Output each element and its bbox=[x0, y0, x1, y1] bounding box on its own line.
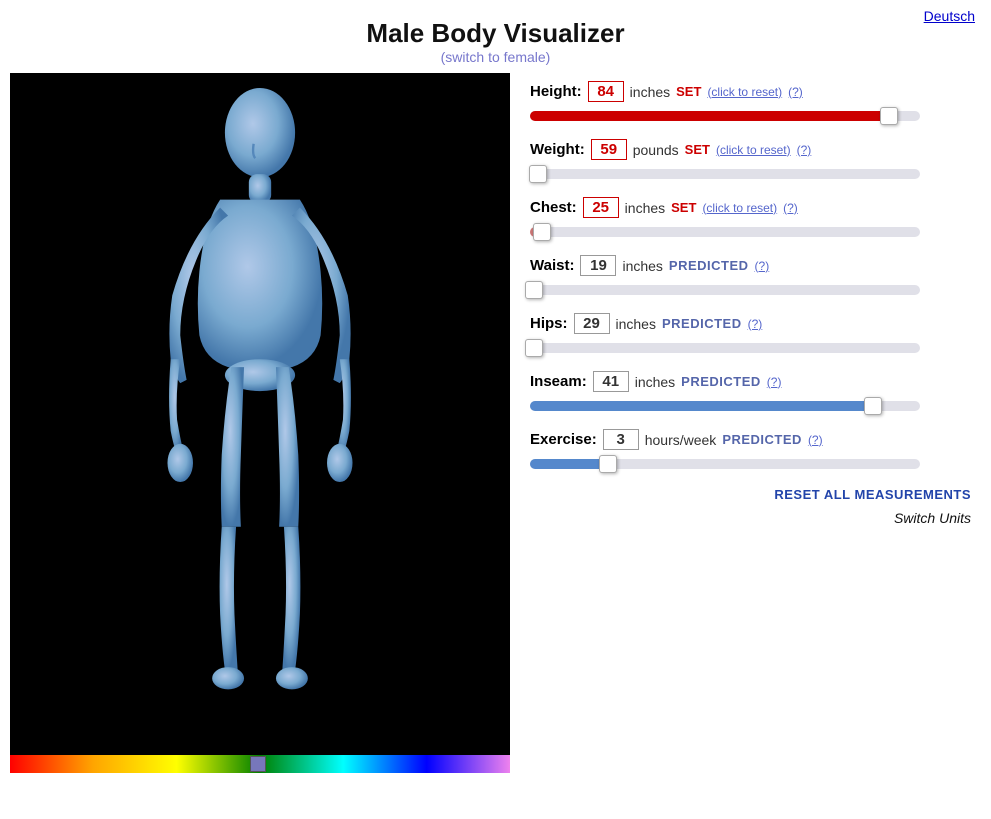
chest-slider-thumb[interactable] bbox=[533, 223, 551, 241]
page-header: Male Body Visualizer (switch to female) bbox=[0, 0, 991, 73]
exercise-status: PREDICTED bbox=[722, 432, 802, 447]
hips-status: PREDICTED bbox=[662, 316, 742, 331]
figure-panel bbox=[10, 73, 510, 773]
height-row: Height: 84 inches SET (click to reset) (… bbox=[530, 81, 971, 125]
inseam-value[interactable]: 41 bbox=[593, 371, 629, 392]
chest-reset[interactable]: (click to reset) bbox=[702, 201, 777, 215]
exercise-slider-track[interactable] bbox=[530, 459, 920, 469]
chest-help[interactable]: (?) bbox=[783, 201, 798, 215]
weight-reset[interactable]: (click to reset) bbox=[716, 143, 791, 157]
inseam-unit: inches bbox=[635, 374, 675, 390]
weight-slider-track[interactable] bbox=[530, 169, 920, 179]
inseam-row: Inseam: 41 inches PREDICTED (?) bbox=[530, 371, 971, 415]
chest-value[interactable]: 25 bbox=[583, 197, 619, 218]
inseam-status: PREDICTED bbox=[681, 374, 761, 389]
switch-gender-link[interactable]: (switch to female) bbox=[0, 49, 991, 65]
hips-help[interactable]: (?) bbox=[748, 317, 763, 331]
height-slider-thumb[interactable] bbox=[880, 107, 898, 125]
chest-unit: inches bbox=[625, 200, 665, 216]
waist-row: Waist: 19 inches PREDICTED (?) bbox=[530, 255, 971, 299]
exercise-row: Exercise: 3 hours/week PREDICTED (?) bbox=[530, 429, 971, 473]
chest-slider-container[interactable] bbox=[530, 223, 971, 241]
waist-unit: inches bbox=[622, 258, 662, 274]
chest-row: Chest: 25 inches SET (click to reset) (?… bbox=[530, 197, 971, 241]
hips-slider-container[interactable] bbox=[530, 339, 971, 357]
weight-slider-thumb[interactable] bbox=[529, 165, 547, 183]
figure-canvas bbox=[10, 73, 510, 773]
exercise-help[interactable]: (?) bbox=[808, 433, 823, 447]
color-gradient-bar[interactable] bbox=[10, 755, 510, 773]
height-status: SET bbox=[676, 84, 701, 99]
inseam-slider-thumb[interactable] bbox=[864, 397, 882, 415]
weight-row: Weight: 59 pounds SET (click to reset) (… bbox=[530, 139, 971, 183]
weight-value[interactable]: 59 bbox=[591, 139, 627, 160]
exercise-label: Exercise: bbox=[530, 431, 597, 448]
switch-units-button[interactable]: Switch Units bbox=[894, 510, 971, 526]
hips-unit: inches bbox=[616, 316, 656, 332]
exercise-slider-container[interactable] bbox=[530, 455, 971, 473]
hips-label: Hips: bbox=[530, 315, 568, 332]
height-unit: inches bbox=[630, 84, 670, 100]
language-link[interactable]: Deutsch bbox=[924, 8, 975, 24]
height-slider-track[interactable] bbox=[530, 111, 920, 121]
height-help[interactable]: (?) bbox=[788, 85, 803, 99]
chest-label: Chest: bbox=[530, 199, 577, 216]
weight-label: Weight: bbox=[530, 141, 585, 158]
hips-value[interactable]: 29 bbox=[574, 313, 610, 334]
chest-status: SET bbox=[671, 200, 696, 215]
exercise-slider-thumb[interactable] bbox=[599, 455, 617, 473]
hips-slider-track[interactable] bbox=[530, 343, 920, 353]
reset-all-button[interactable]: RESET ALL MEASUREMENTS bbox=[774, 487, 971, 502]
waist-slider-thumb[interactable] bbox=[525, 281, 543, 299]
exercise-slider-fill bbox=[530, 459, 608, 469]
height-value[interactable]: 84 bbox=[588, 81, 624, 102]
inseam-slider-container[interactable] bbox=[530, 397, 971, 415]
waist-value[interactable]: 19 bbox=[580, 255, 616, 276]
waist-label: Waist: bbox=[530, 257, 574, 274]
exercise-unit: hours/week bbox=[645, 432, 717, 448]
height-label: Height: bbox=[530, 83, 582, 100]
main-layout: Height: 84 inches SET (click to reset) (… bbox=[0, 73, 991, 773]
height-slider-container[interactable] bbox=[530, 107, 971, 125]
exercise-value[interactable]: 3 bbox=[603, 429, 639, 450]
body-figure bbox=[90, 88, 430, 758]
color-bar-thumb[interactable] bbox=[250, 756, 266, 772]
waist-help[interactable]: (?) bbox=[755, 259, 770, 273]
waist-status: PREDICTED bbox=[669, 258, 749, 273]
weight-status: SET bbox=[685, 142, 710, 157]
waist-slider-container[interactable] bbox=[530, 281, 971, 299]
hips-row: Hips: 29 inches PREDICTED (?) bbox=[530, 313, 971, 357]
page-title: Male Body Visualizer bbox=[0, 18, 991, 49]
weight-slider-container[interactable] bbox=[530, 165, 971, 183]
hips-slider-thumb[interactable] bbox=[525, 339, 543, 357]
chest-slider-track[interactable] bbox=[530, 227, 920, 237]
inseam-help[interactable]: (?) bbox=[767, 375, 782, 389]
bottom-actions: RESET ALL MEASUREMENTS Switch Units bbox=[530, 487, 971, 526]
height-slider-fill bbox=[530, 111, 889, 121]
waist-slider-track[interactable] bbox=[530, 285, 920, 295]
weight-help[interactable]: (?) bbox=[797, 143, 812, 157]
inseam-slider-track[interactable] bbox=[530, 401, 920, 411]
weight-unit: pounds bbox=[633, 142, 679, 158]
inseam-label: Inseam: bbox=[530, 373, 587, 390]
height-reset[interactable]: (click to reset) bbox=[707, 85, 782, 99]
inseam-slider-fill bbox=[530, 401, 873, 411]
controls-panel: Height: 84 inches SET (click to reset) (… bbox=[520, 73, 981, 534]
